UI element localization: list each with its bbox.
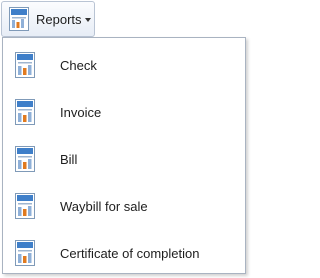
menu-item-waybill-for-sale[interactable]: Waybill for sale	[3, 183, 245, 229]
report-icon	[13, 146, 37, 172]
chevron-down-icon	[84, 17, 91, 22]
reports-menu: Check Invoice Bill Waybill for sale Cert…	[2, 37, 246, 274]
reports-button-label: Reports	[36, 11, 82, 27]
menu-item-label: Waybill for sale	[60, 198, 148, 214]
menu-item-label: Bill	[60, 151, 78, 167]
menu-item-bill[interactable]: Bill	[3, 136, 245, 182]
report-icon	[13, 193, 37, 219]
menu-item-check[interactable]: Check	[3, 42, 245, 88]
reports-dropdown: Reports Check Invoice Bill Waybill for s…	[0, 0, 249, 278]
menu-item-label: Invoice	[60, 104, 102, 120]
report-icon	[13, 99, 37, 125]
menu-item-certificate-of-completion[interactable]: Certificate of completion	[3, 230, 245, 276]
menu-item-label: Check	[60, 57, 97, 73]
report-icon	[13, 240, 37, 266]
menu-item-invoice[interactable]: Invoice	[3, 89, 245, 135]
report-icon	[9, 7, 29, 31]
reports-button[interactable]: Reports	[1, 1, 95, 37]
menu-item-label: Certificate of completion	[60, 245, 200, 261]
report-icon	[13, 52, 37, 78]
